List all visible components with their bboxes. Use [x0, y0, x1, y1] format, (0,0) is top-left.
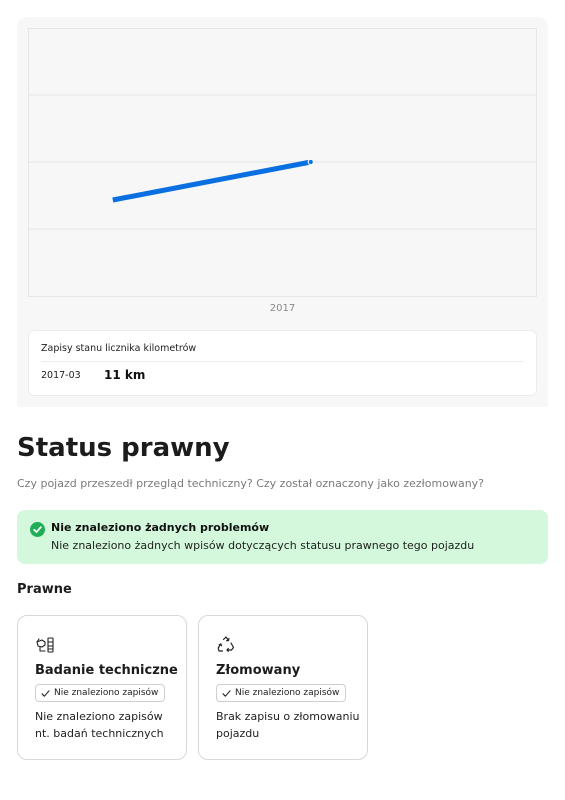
check-icon: [41, 689, 50, 697]
inspection-icon: [35, 635, 55, 655]
chart-svg: [28, 28, 537, 297]
no-problems-notice: Nie znaleziono żadnych problemów Nie zna…: [17, 510, 548, 564]
check-circle-icon: [30, 522, 45, 537]
data-point[interactable]: [307, 158, 314, 166]
legal-status-subtitle: Czy pojazd przeszedł przegląd techniczny…: [17, 477, 485, 490]
technical-inspection-card[interactable]: Badanie techniczne Nie znaleziono zapisó…: [17, 615, 187, 760]
odometer-records-card: Zapisy stanu licznika kilometrów 2017-03…: [28, 330, 537, 396]
check-icon: [222, 689, 231, 697]
odometer-records-title: Zapisy stanu licznika kilometrów: [41, 343, 197, 354]
x-tick-label: 2017: [269, 303, 296, 314]
status-badge-label: Nie znaleziono zapisów: [235, 688, 340, 698]
card-description: Brak zapisu o złomowaniu pojazdu: [216, 710, 360, 740]
card-description: Nie znaleziono zapisów nt. badań technic…: [35, 710, 164, 740]
divider: [41, 361, 524, 362]
odometer-record-value: 11 km: [104, 368, 146, 382]
odometer-chart: [28, 28, 537, 297]
section-label-legal: Prawne: [17, 582, 72, 597]
status-badge: Nie znaleziono zapisów: [35, 684, 166, 702]
status-badge-label: Nie znaleziono zapisów: [54, 688, 159, 698]
scrapped-card[interactable]: Złomowany Nie znaleziono zapisów Brak za…: [198, 615, 368, 760]
odometer-record-date: 2017-03: [41, 370, 81, 381]
status-badge: Nie znaleziono zapisów: [216, 684, 347, 702]
notice-text: Nie znaleziono żadnych wpisów dotyczącyc…: [51, 539, 475, 552]
notice-title: Nie znaleziono żadnych problemów: [51, 521, 270, 534]
card-title: Złomowany: [216, 663, 301, 678]
card-title: Badanie techniczne: [35, 663, 178, 678]
recycle-icon: [216, 635, 236, 655]
legal-status-title: Status prawny: [17, 433, 230, 463]
odometer-chart-panel: 2017 Zapisy stanu licznika kilometrów 20…: [17, 17, 548, 407]
